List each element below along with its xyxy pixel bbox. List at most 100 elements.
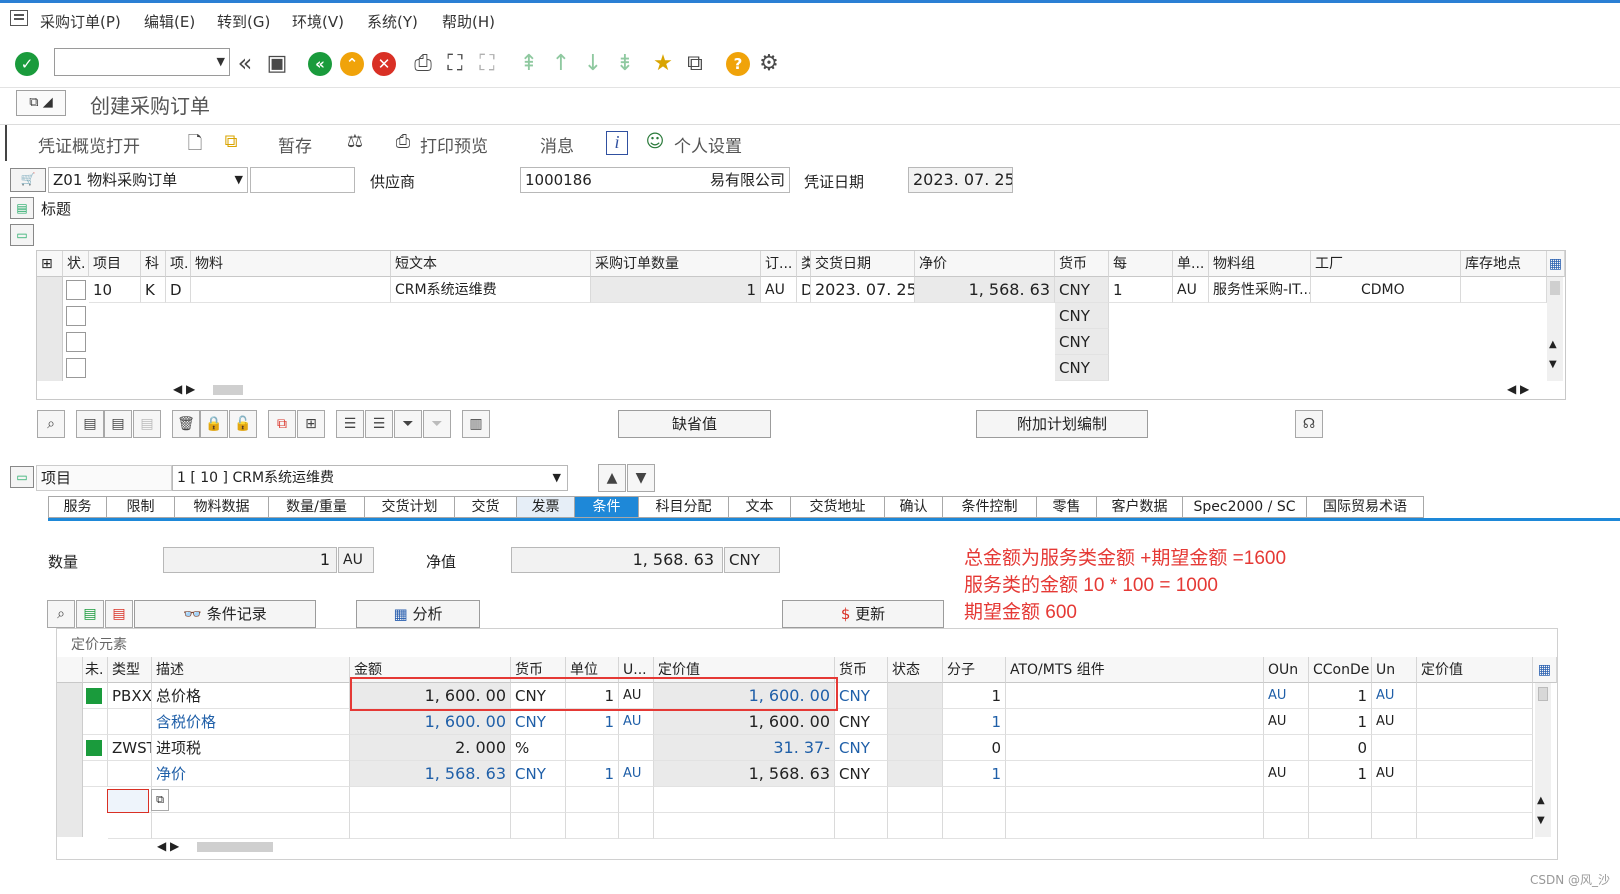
empty-cell[interactable] bbox=[350, 787, 511, 813]
tab-retail[interactable]: 零售 bbox=[1036, 496, 1096, 518]
scroll-thumb[interactable] bbox=[1538, 687, 1548, 701]
col-delivery-date[interactable]: 交货日期 bbox=[811, 251, 915, 277]
tab-limits[interactable]: 限制 bbox=[106, 496, 174, 518]
col-ato-mts[interactable]: ATO/MTS 组件 bbox=[1006, 657, 1264, 683]
col-account[interactable]: 科 bbox=[141, 251, 166, 277]
col-per[interactable]: 每 bbox=[1109, 251, 1173, 277]
empty-cell[interactable] bbox=[511, 787, 566, 813]
collapse-double-left-icon[interactable]: « bbox=[232, 48, 258, 78]
empty-cell[interactable] bbox=[654, 813, 835, 839]
col-inactive[interactable]: 未. bbox=[83, 657, 108, 683]
storage-location[interactable] bbox=[1461, 277, 1547, 303]
date-type[interactable]: D bbox=[797, 277, 811, 303]
tab-material-data[interactable]: 物料数据 bbox=[174, 496, 268, 518]
horizontal-scroll-thumb[interactable] bbox=[213, 385, 243, 395]
tab-delivery[interactable]: 交货 bbox=[454, 496, 516, 518]
empty-cell[interactable] bbox=[1372, 787, 1417, 813]
analysis-button[interactable]: ▦ 分析 bbox=[356, 600, 480, 628]
col-plant[interactable]: 工厂 bbox=[1311, 251, 1461, 277]
empty-cell[interactable] bbox=[654, 787, 835, 813]
tab-incoterms[interactable]: 国际贸易术语 bbox=[1306, 496, 1424, 518]
empty-cell[interactable] bbox=[1006, 813, 1264, 839]
condition-amount[interactable]: 1, 568. 63 bbox=[350, 761, 511, 787]
scroll-right-icon[interactable]: ◀ ▶ bbox=[1507, 382, 1529, 396]
item-select[interactable]: 1 [ 10 ] CRM系统运维费 ▼ bbox=[172, 465, 568, 491]
exit-icon[interactable]: ⌃ bbox=[340, 52, 364, 76]
items-vertical-scrollbar[interactable]: ▲ ▼ bbox=[1547, 277, 1563, 381]
col-currency[interactable]: 货币 bbox=[1055, 251, 1109, 277]
empty-cell[interactable] bbox=[888, 787, 943, 813]
condition-u[interactable]: AU bbox=[619, 709, 654, 735]
item-detail-toggle-icon[interactable]: ▭ bbox=[10, 466, 34, 488]
condition-unit[interactable] bbox=[566, 735, 619, 761]
col-condition-value-2[interactable]: 定价值 bbox=[1417, 657, 1533, 683]
pricing-column-chooser-icon[interactable]: ▦ bbox=[1533, 657, 1557, 683]
paste-row-icon[interactable]: ▤ bbox=[133, 410, 161, 438]
unlock-icon[interactable]: 🔓 bbox=[229, 410, 257, 438]
col-date-type[interactable]: 类 bbox=[797, 251, 811, 277]
currency[interactable]: CNY bbox=[1055, 303, 1109, 329]
new-condition-type-input[interactable] bbox=[107, 789, 149, 813]
condition-type[interactable] bbox=[108, 761, 152, 787]
pricing-horizontal-scroll-thumb[interactable] bbox=[197, 842, 273, 852]
print-preview-button[interactable]: 打印预览 bbox=[420, 132, 488, 157]
tab-services[interactable]: 服务 bbox=[48, 496, 106, 518]
tab-confirmations[interactable]: 确认 bbox=[884, 496, 942, 518]
empty-cell[interactable] bbox=[350, 813, 511, 839]
empty-cell[interactable] bbox=[1417, 787, 1533, 813]
col-oun[interactable]: OUn bbox=[1264, 657, 1309, 683]
messages-button[interactable]: 消息 bbox=[540, 132, 574, 157]
filter-icon[interactable]: ⏷ bbox=[394, 410, 422, 438]
header-expand-icon[interactable]: ▤ bbox=[10, 197, 34, 219]
row-checkbox[interactable] bbox=[66, 280, 86, 300]
col-item-cat[interactable]: 项. bbox=[166, 251, 191, 277]
row-selector-column[interactable] bbox=[37, 277, 63, 381]
condition-curr[interactable]: % bbox=[511, 735, 566, 761]
po-number-field[interactable] bbox=[250, 167, 355, 193]
vendor-field[interactable]: 1000186 易有限公司 bbox=[520, 167, 790, 193]
scroll-up-icon[interactable]: ▲ bbox=[1549, 339, 1557, 350]
shopping-cart-icon[interactable]: 🛒 bbox=[10, 168, 46, 192]
lock-icon[interactable]: 🔒 bbox=[200, 410, 228, 438]
scroll-down-icon[interactable]: ▼ bbox=[1549, 359, 1557, 370]
menu-system[interactable]: 系统(Y) bbox=[367, 11, 418, 32]
check-icon[interactable]: ⚖ bbox=[344, 131, 366, 155]
material-group[interactable]: 服务性采购-IT... bbox=[1209, 277, 1311, 303]
net-currency-field[interactable]: CNY bbox=[724, 547, 780, 573]
command-field[interactable]: ▼ bbox=[54, 48, 230, 76]
net-price[interactable]: 1, 568. 63 bbox=[915, 277, 1055, 303]
next-item-icon[interactable]: ▼ bbox=[627, 464, 655, 492]
col-order-unit[interactable]: 订... bbox=[761, 251, 797, 277]
scroll-up-icon[interactable]: ▲ bbox=[1537, 795, 1545, 806]
pricing-vertical-scrollbar[interactable]: ▲ ▼ bbox=[1535, 683, 1551, 837]
previous-page-icon[interactable]: ↑ bbox=[548, 48, 574, 78]
delete-condition-icon[interactable]: ▤ bbox=[105, 600, 133, 628]
condition-u[interactable]: AU bbox=[619, 761, 654, 787]
grid-settings-icon[interactable]: ⊞ bbox=[37, 251, 63, 277]
price-unit[interactable]: 1 bbox=[1109, 277, 1173, 303]
delete-icon[interactable]: 🗑 bbox=[172, 410, 200, 438]
empty-cell[interactable] bbox=[566, 787, 619, 813]
tab-account-assignment[interactable]: 科目分配 bbox=[638, 496, 728, 518]
net-value-field[interactable]: 1, 568. 63 bbox=[511, 547, 723, 573]
empty-cell[interactable] bbox=[619, 787, 654, 813]
filter-off-icon[interactable]: ⏷ bbox=[423, 410, 451, 438]
quantity-unit-field[interactable]: AU bbox=[338, 547, 374, 573]
info-icon[interactable]: i bbox=[606, 131, 628, 155]
empty-cell[interactable] bbox=[619, 813, 654, 839]
enter-check-icon[interactable]: ✓ bbox=[15, 52, 39, 76]
condition-curr[interactable]: CNY bbox=[511, 709, 566, 735]
print-icon[interactable]: ⎙ bbox=[410, 48, 436, 78]
account-assignment[interactable]: K bbox=[141, 277, 166, 303]
col-material-group[interactable]: 物料组 bbox=[1209, 251, 1311, 277]
item-category[interactable]: D bbox=[166, 277, 191, 303]
currency[interactable]: CNY bbox=[1055, 355, 1109, 381]
quantity-field[interactable]: 1 bbox=[163, 547, 337, 573]
transaction-menu-icon[interactable]: ⧉ ◢ bbox=[16, 90, 66, 116]
empty-cell[interactable] bbox=[1264, 787, 1309, 813]
scroll-thumb[interactable] bbox=[1550, 281, 1560, 295]
copy-row-icon[interactable]: ▤ bbox=[104, 410, 132, 438]
empty-cell[interactable] bbox=[943, 813, 1006, 839]
empty-cell[interactable] bbox=[888, 813, 943, 839]
find-next-icon[interactable]: ⛶ bbox=[474, 48, 500, 78]
